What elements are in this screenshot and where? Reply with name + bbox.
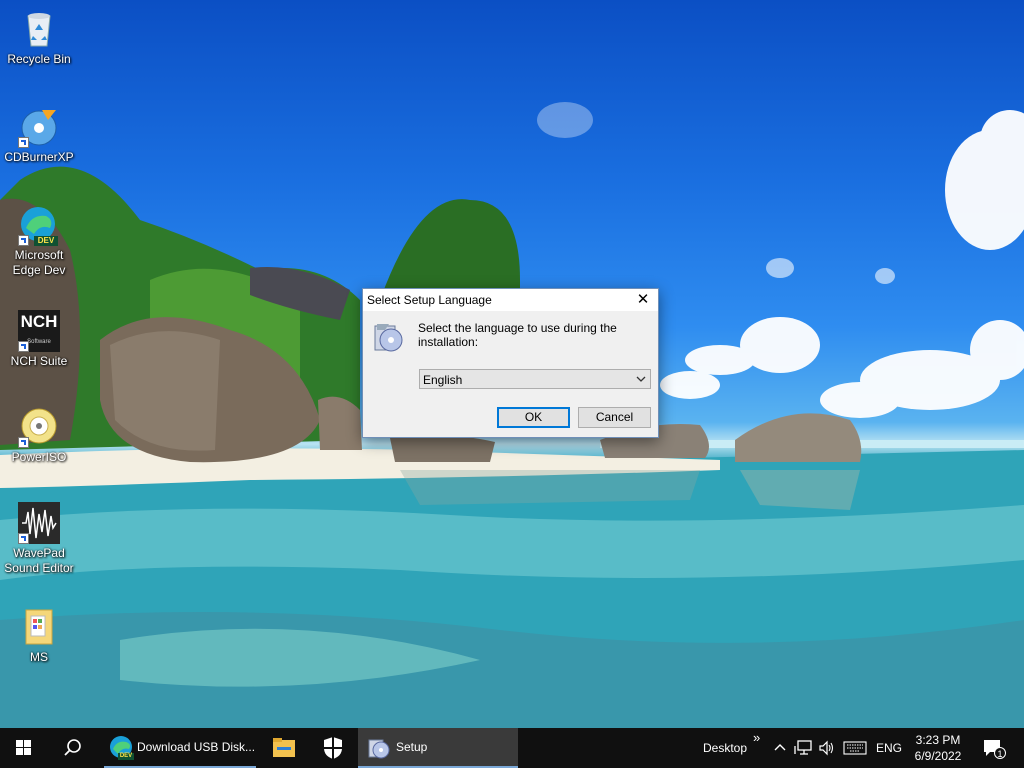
cancel-button[interactable]: Cancel: [578, 407, 651, 428]
search-button[interactable]: [48, 728, 96, 768]
search-icon: [64, 739, 81, 756]
clock-date: 6/9/2022: [914, 749, 962, 763]
dev-badge: DEV: [119, 753, 133, 759]
shortcut-arrow-icon: [18, 341, 29, 352]
clock-time: 3:23 PM: [915, 733, 961, 747]
start-button[interactable]: [0, 728, 48, 768]
chevron-down-icon: [635, 372, 647, 386]
ok-button[interactable]: OK: [497, 407, 570, 428]
desktop-icon-label: NCH Suite: [10, 354, 68, 368]
dev-badge: DEV: [37, 236, 55, 245]
desktop-icon-label-line2: Edge Dev: [12, 263, 66, 277]
notification-count-badge: 1: [994, 747, 1006, 759]
desktop-icon-label: Microsoft: [14, 248, 64, 262]
taskbar-app-label: Setup: [396, 740, 428, 754]
dialog-titlebar[interactable]: Select Setup Language ✕: [363, 289, 658, 311]
nch-logo-text: NCH: [20, 312, 58, 331]
taskbar-app-label: Download USB Disk...: [137, 740, 256, 754]
dialog-title: Select Setup Language: [367, 293, 492, 307]
nch-suite-icon: NCH Software: [18, 310, 60, 352]
desktop-wallpaper: Recycle Bin CDBurnerXP DEV Microsoft Edg…: [0, 0, 1024, 728]
toolbar-chevron-icon[interactable]: »: [753, 730, 760, 745]
wavepad-icon: [18, 502, 60, 544]
clock[interactable]: 3:23 PM 6/9/2022: [908, 732, 968, 764]
setup-icon: [371, 320, 405, 354]
windows-logo-icon: [16, 740, 31, 755]
desktop-icon-nch-suite[interactable]: NCH Software NCH Suite: [2, 310, 76, 369]
shortcut-arrow-icon: [18, 437, 29, 448]
close-button[interactable]: ✕: [628, 289, 658, 311]
show-hidden-icons-chevron-icon[interactable]: [772, 740, 788, 756]
touch-keyboard-icon[interactable]: [843, 741, 867, 755]
desktop-icon-label-line2: Sound Editor: [4, 561, 74, 575]
taskbar-app-file-explorer[interactable]: [262, 728, 306, 768]
desktop-icon-label: MS: [30, 650, 48, 664]
desktop-icon-label: CDBurnerXP: [4, 150, 74, 164]
desktop-icon-edge-dev[interactable]: DEV Microsoft Edge Dev: [2, 204, 76, 278]
desktop-icon-label: WavePad: [13, 546, 65, 560]
taskbar-app-windows-security[interactable]: [310, 728, 356, 768]
desktop-icon-poweriso[interactable]: PowerISO: [2, 406, 76, 465]
select-setup-language-dialog: Select Setup Language ✕ Select the langu…: [362, 288, 659, 438]
input-language-indicator[interactable]: ENG: [876, 741, 902, 755]
dialog-message: Select the language to use during the in…: [418, 321, 617, 349]
desktop-toolbar-label[interactable]: Desktop: [703, 741, 747, 755]
language-select-value: English: [423, 373, 463, 387]
desktop-icon-label: Recycle Bin: [7, 52, 71, 66]
setup-icon: [368, 739, 390, 759]
taskbar-app-setup[interactable]: Setup: [358, 728, 518, 768]
poweriso-icon: [18, 406, 60, 448]
windows-security-icon: [324, 737, 342, 759]
shortcut-arrow-icon: [18, 533, 29, 544]
recycle-bin-icon: [18, 8, 60, 50]
folder-icon: [18, 606, 60, 648]
action-center-button[interactable]: 1: [980, 736, 1006, 760]
shortcut-arrow-icon: [18, 137, 29, 148]
language-select[interactable]: English: [419, 369, 651, 389]
desktop-icon-cdburnerxp[interactable]: CDBurnerXP: [2, 106, 76, 165]
edge-dev-icon: DEV: [18, 204, 60, 246]
network-icon[interactable]: [794, 740, 812, 756]
shortcut-arrow-icon: [18, 235, 29, 246]
desktop-icon-recycle-bin[interactable]: Recycle Bin: [2, 8, 76, 67]
desktop-icon-wavepad[interactable]: WavePad Sound Editor: [2, 502, 76, 576]
desktop-icon-ms-folder[interactable]: MS: [2, 606, 76, 665]
desktop-icon-label: PowerISO: [11, 450, 67, 464]
cdburnerxp-icon: [18, 106, 60, 148]
taskbar-app-edge-dev[interactable]: DEV Download USB Disk...: [104, 728, 256, 768]
file-explorer-icon: [273, 738, 295, 757]
volume-icon[interactable]: [818, 740, 836, 756]
taskbar: DEV Download USB Disk... Setup Desktop »…: [0, 728, 1024, 768]
